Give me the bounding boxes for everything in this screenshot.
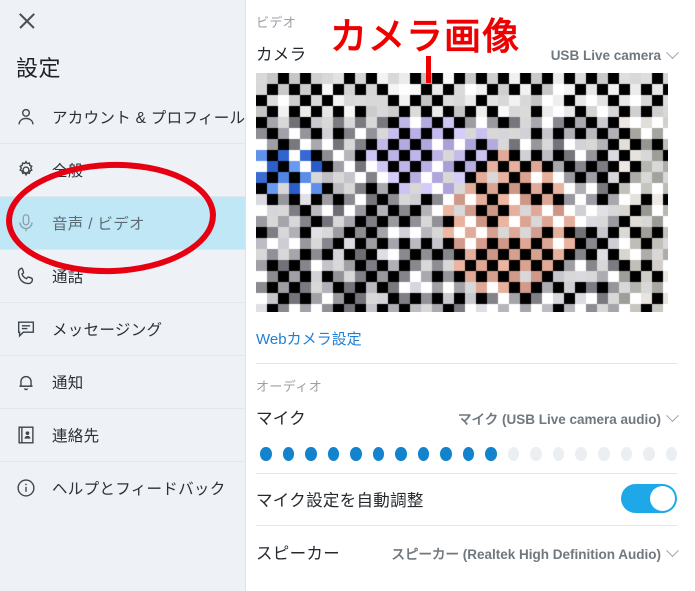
settings-window: 設定 アカウント & プロフィール 全般 音声 / ビデオ 通話 メッセージング… — [0, 0, 695, 591]
microphone-select[interactable]: マイク (USB Live camera audio) — [457, 408, 679, 428]
chat-bubble-icon — [14, 317, 38, 341]
webcam-settings-link[interactable]: Webカメラ設定 — [256, 312, 362, 363]
mic-level-dot — [305, 447, 317, 461]
phone-icon — [14, 264, 38, 288]
sidebar-item-audio-video[interactable]: 音声 / ビデオ — [0, 196, 245, 249]
mic-level-dot — [485, 447, 497, 461]
mic-level-dot — [643, 447, 655, 461]
mic-level-dot — [507, 447, 520, 461]
mic-level-dot — [462, 447, 475, 461]
close-icon[interactable] — [16, 10, 38, 32]
microphone-icon — [14, 211, 38, 235]
chevron-down-icon — [666, 46, 679, 60]
speaker-row: スピーカー スピーカー (Realtek High Definition Aud… — [256, 526, 679, 572]
mic-level-dot — [575, 447, 587, 461]
mic-level-dot — [350, 447, 362, 461]
sidebar-item-notifications[interactable]: 通知 — [0, 355, 245, 408]
toggle-knob — [650, 486, 675, 511]
sidebar-item-label: メッセージング — [52, 322, 163, 339]
sidebar-item-general[interactable]: 全般 — [0, 143, 245, 196]
sidebar-item-label: 音声 / ビデオ — [52, 216, 145, 233]
speaker-label: スピーカー — [256, 545, 340, 563]
microphone-row: マイク マイク (USB Live camera audio) — [256, 401, 679, 437]
microphone-select-value: マイク (USB Live camera audio) — [457, 412, 661, 427]
mic-level-dot — [552, 447, 565, 461]
sidebar-item-label: アカウント & プロフィール — [52, 109, 246, 127]
audio-section-label: オーディオ — [256, 379, 323, 394]
sidebar-item-label: 全般 — [52, 163, 84, 180]
chevron-down-icon — [666, 543, 679, 557]
sidebar-item-label: 通知 — [52, 375, 84, 392]
page-title: 設定 — [16, 56, 62, 81]
person-icon — [14, 105, 38, 129]
sidebar-item-label: ヘルプとフィードバック — [52, 481, 226, 498]
auto-adjust-toggle[interactable] — [621, 484, 677, 513]
sidebar-item-help-feedback[interactable]: ヘルプとフィードバック — [0, 461, 245, 514]
settings-sidebar: 設定 アカウント & プロフィール 全般 音声 / ビデオ 通話 メッセージング… — [0, 0, 246, 591]
mic-level-dot — [282, 447, 295, 461]
video-section-label: ビデオ — [256, 15, 297, 30]
camera-preview — [256, 73, 668, 312]
audio-video-settings-panel: ビデオ カメラ USB Live camera Webカメラ設定 オーディオ マ… — [246, 0, 695, 591]
mic-level-dot — [327, 447, 340, 461]
close-row — [0, 0, 245, 42]
sidebar-item-messaging[interactable]: メッセージング — [0, 302, 245, 355]
mic-level-dot — [395, 447, 407, 461]
mic-level-dot — [620, 447, 633, 461]
auto-adjust-label: マイク設定を自動調整 — [256, 491, 424, 510]
bell-icon — [14, 370, 38, 394]
microphone-label: マイク — [256, 410, 307, 428]
mic-level-dot — [372, 447, 385, 461]
contact-book-icon — [14, 423, 38, 447]
camera-label: カメラ — [256, 46, 307, 64]
sidebar-item-calls[interactable]: 通話 — [0, 249, 245, 302]
mic-level-dot — [440, 447, 452, 461]
mic-level-dot — [417, 447, 430, 461]
sidebar-item-label: 連絡先 — [52, 428, 100, 445]
auto-adjust-row: マイク設定を自動調整 — [256, 474, 677, 525]
sidebar-item-account-profile[interactable]: アカウント & プロフィール — [0, 90, 245, 143]
sidebar-item-label: 通話 — [52, 269, 84, 286]
sidebar-item-contacts[interactable]: 連絡先 — [0, 408, 245, 461]
gear-icon — [14, 158, 38, 182]
mic-level-dot — [597, 447, 610, 461]
camera-row: カメラ USB Live camera — [256, 37, 679, 73]
mic-level-dot — [530, 447, 542, 461]
speaker-select[interactable]: スピーカー (Realtek High Definition Audio) — [391, 543, 679, 563]
speaker-select-value: スピーカー (Realtek High Definition Audio) — [391, 547, 662, 562]
camera-select[interactable]: USB Live camera — [550, 46, 679, 63]
mic-level-dot — [260, 447, 272, 461]
mic-level-meter — [256, 437, 678, 473]
info-circle-icon — [14, 476, 38, 500]
chevron-down-icon — [666, 408, 679, 422]
camera-select-value: USB Live camera — [550, 48, 661, 63]
mic-level-dot — [665, 447, 678, 461]
